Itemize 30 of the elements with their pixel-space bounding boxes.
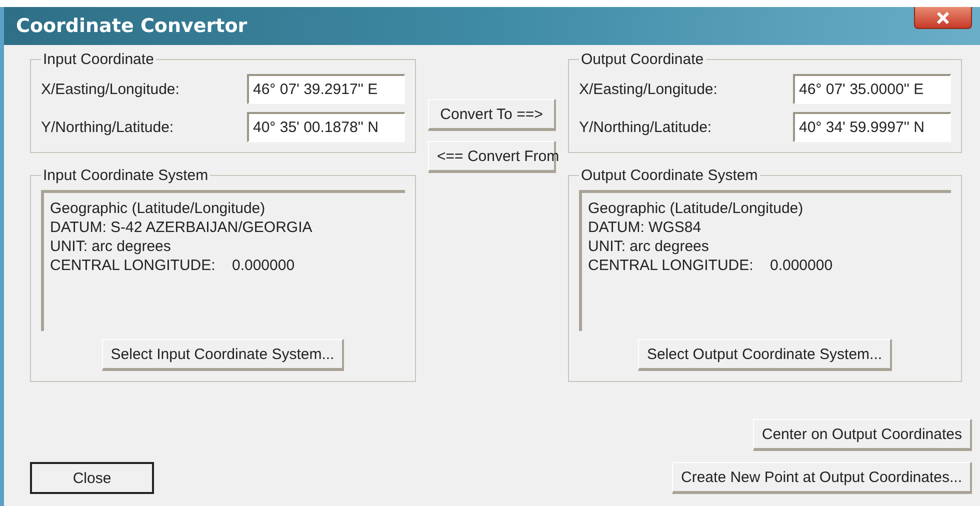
convert-button[interactable]: Convert To ==> xyxy=(428,99,556,131)
convert-button[interactable]: <== Convert From xyxy=(428,141,556,173)
field-label: Y/Northing/Latitude: xyxy=(579,118,712,136)
group-title: Input Coordinate xyxy=(42,51,155,68)
action-button[interactable]: Center on Output Coordinates xyxy=(752,419,972,451)
description-line: UNIT: arc degrees xyxy=(588,237,710,256)
coordinate-field[interactable]: 46° 07' 35.0000'' E xyxy=(793,74,951,104)
description-line: CENTRAL LONGITUDE: 0.000000 xyxy=(50,256,296,275)
description-line: UNIT: arc degrees xyxy=(50,237,172,256)
select-system-button[interactable]: Select Output Coordinate System... xyxy=(638,339,892,371)
description-line: Geographic (Latitude/Longitude) xyxy=(588,199,804,218)
description-line: DATUM: WGS84 xyxy=(588,218,702,237)
window-title: Coordinate Convertor xyxy=(16,15,248,37)
group-title: Input Coordinate System xyxy=(42,167,210,184)
description-line: DATUM: S-42 AZERBAIJAN/GEORGIA xyxy=(50,218,314,237)
action-button[interactable]: Create New Point at Output Coordinates... xyxy=(672,462,972,494)
coordinate-field[interactable]: 40° 35' 00.1878'' N xyxy=(247,112,405,142)
group-title: Output Coordinate xyxy=(580,51,705,68)
field-label: X/Easting/Longitude: xyxy=(41,80,180,98)
field-label: Y/Northing/Latitude: xyxy=(41,118,174,136)
description-line: Geographic (Latitude/Longitude) xyxy=(50,199,266,218)
close-icon xyxy=(936,12,950,24)
group-title: Output Coordinate System xyxy=(580,167,759,184)
select-system-button[interactable]: Select Input Coordinate System... xyxy=(102,339,344,371)
description-line: CENTRAL LONGITUDE: 0.000000 xyxy=(588,256,834,275)
coordinate-field[interactable]: 46° 07' 39.2917'' E xyxy=(247,74,405,104)
close-dialog-button[interactable]: Close xyxy=(30,462,154,494)
field-label: X/Easting/Longitude: xyxy=(579,80,718,98)
coordinate-field[interactable]: 40° 34' 59.9997'' N xyxy=(793,112,951,142)
close-button[interactable] xyxy=(914,7,972,29)
